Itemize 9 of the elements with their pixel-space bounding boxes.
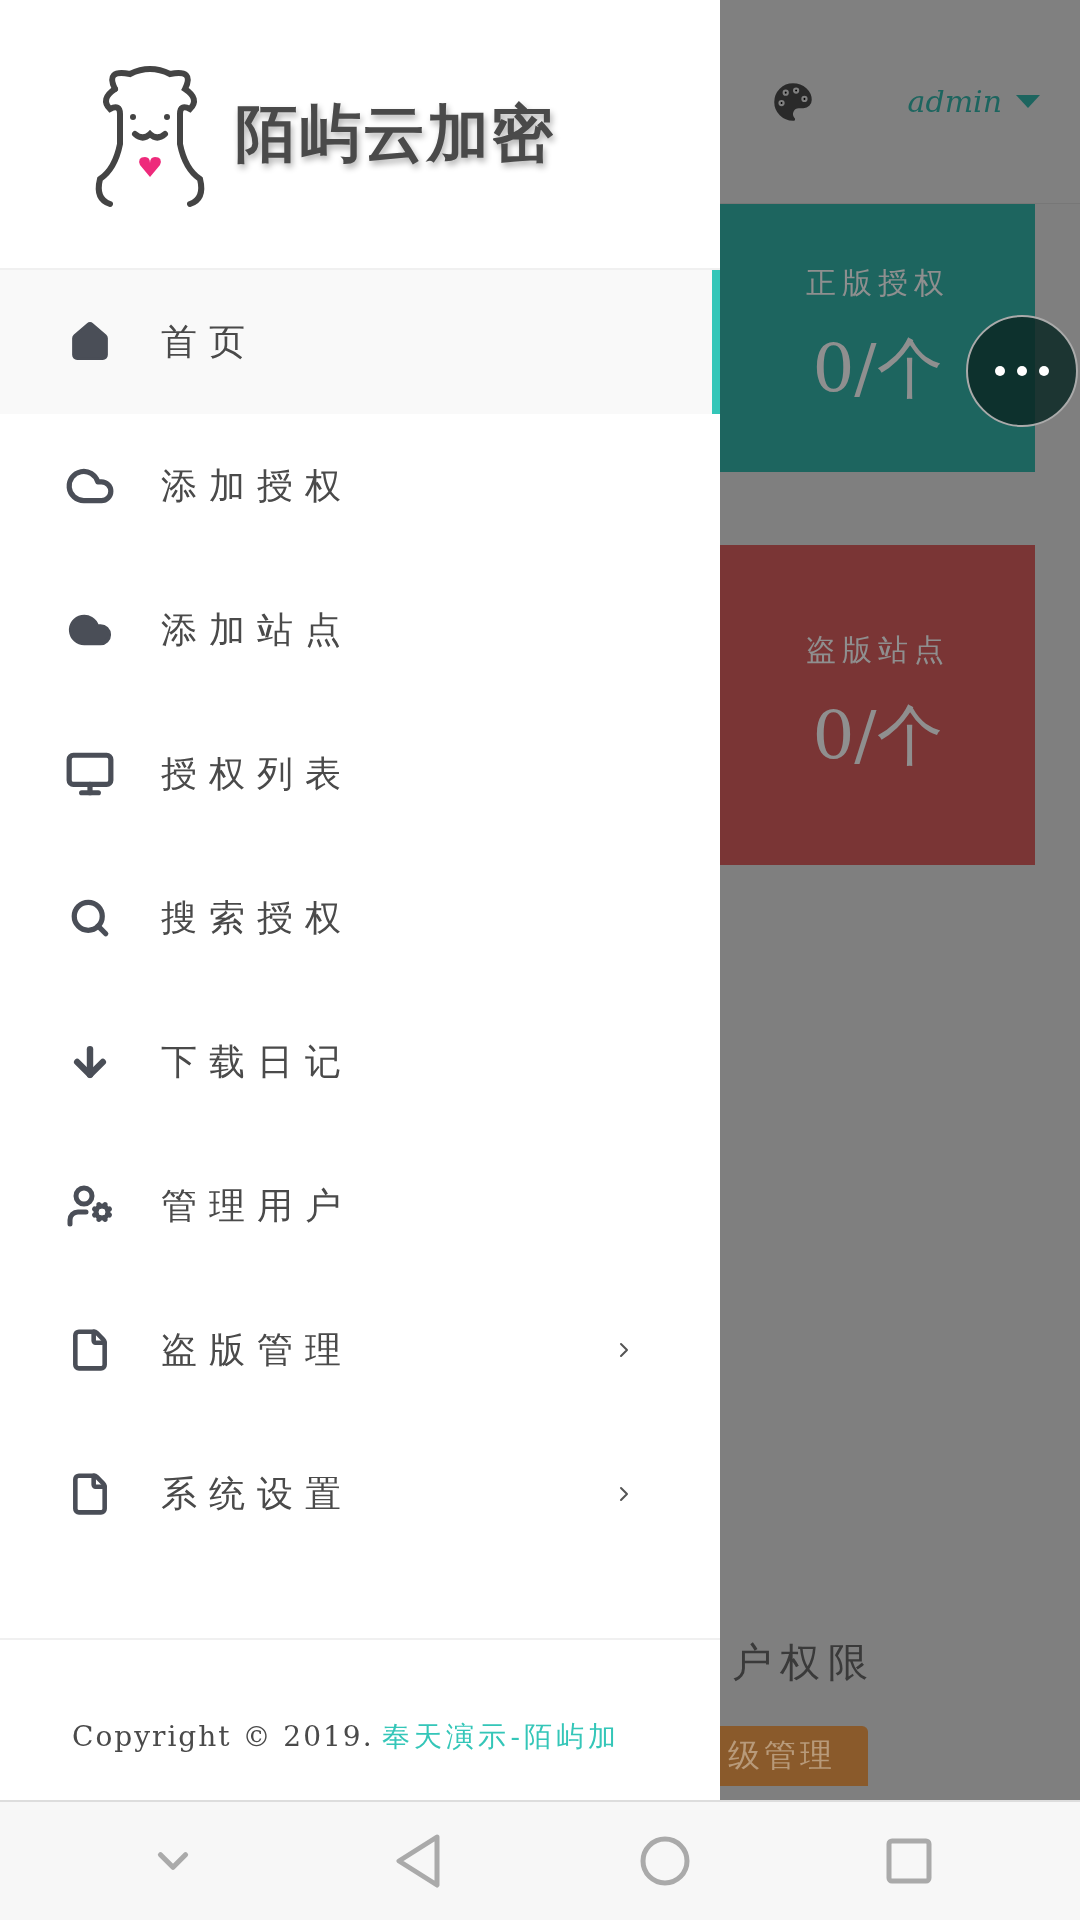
- logo-text: 陌屿云加密: [235, 96, 555, 172]
- copyright-text: Copyright © 2019.: [72, 1720, 374, 1753]
- menu-item[interactable]: 首页: [0, 270, 720, 414]
- stat-card: 盗版站点 0/个: [720, 545, 1035, 865]
- role-badge: 级管理: [720, 1726, 868, 1786]
- home-icon[interactable]: [638, 1835, 691, 1887]
- stat-card: 正版授权 0/个: [720, 204, 1035, 472]
- section-title: 户权限: [732, 1638, 877, 1687]
- square-icon[interactable]: [886, 1838, 933, 1884]
